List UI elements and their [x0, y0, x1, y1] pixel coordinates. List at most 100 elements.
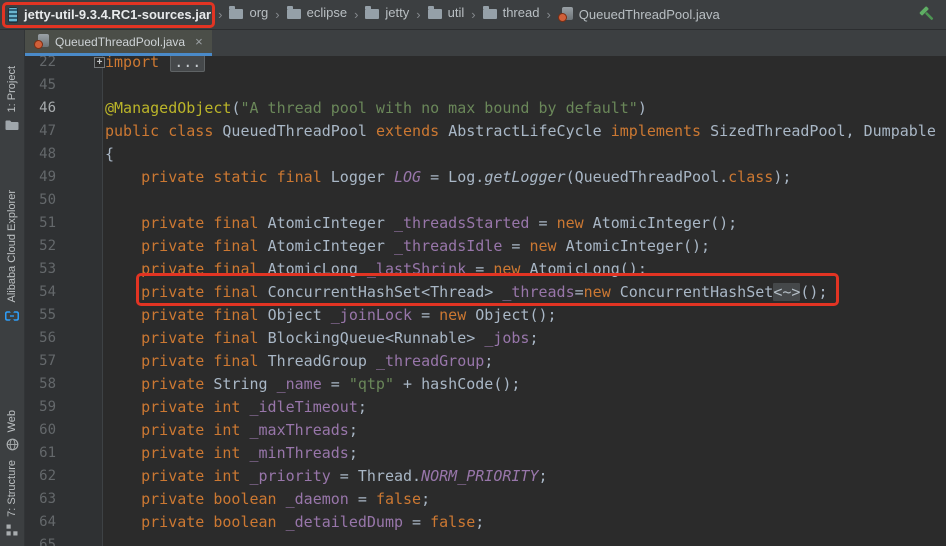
code-line[interactable]: 54 private final ConcurrentHashSet<Threa… — [25, 281, 946, 304]
line-number: 49 — [25, 166, 103, 189]
breadcrumb-folder[interactable]: jetty — [365, 5, 409, 20]
breadcrumb-jar[interactable]: jetty-util-9.3.4.RC1-sources.jar — [8, 6, 212, 23]
breadcrumb-file[interactable]: QueuedThreadPool.java — [557, 7, 720, 22]
code-editor[interactable]: 22 import ... 45 46 @ManagedObject("A thread… — [25, 56, 946, 546]
folder-icon — [427, 6, 442, 19]
structure-icon — [6, 523, 18, 541]
line-number: 60 — [25, 419, 103, 442]
breadcrumb-folder[interactable]: thread — [482, 5, 539, 20]
code-text: private static final Logger LOG = Log.ge… — [141, 168, 792, 186]
code-line[interactable]: 50 — [25, 189, 946, 212]
code-line[interactable]: 59 private int _idleTimeout; — [25, 396, 946, 419]
alibaba-cloud-icon — [4, 309, 20, 327]
code-text: private String _name = "qtp" + hashCode(… — [141, 375, 521, 393]
line-number: 51 — [25, 212, 103, 235]
line-number: 45 — [25, 74, 103, 97]
folder-icon — [286, 6, 301, 19]
code-line[interactable]: 47 public class QueuedThreadPool extends … — [25, 120, 946, 143]
line-number: 58 — [25, 373, 103, 396]
breadcrumb-separator: › — [416, 7, 421, 22]
code-text: import ... — [103, 56, 206, 74]
line-number: 57 — [25, 350, 103, 373]
code-text: private final AtomicInteger _threadsStar… — [141, 214, 738, 232]
line-number: 47 — [25, 120, 103, 143]
code-line[interactable]: 58 private String _name = "qtp" + hashCo… — [25, 373, 946, 396]
line-number: 53 — [25, 258, 103, 281]
code-line[interactable]: 45 — [25, 74, 946, 97]
breadcrumb-separator: › — [546, 7, 551, 22]
code-line[interactable]: 60 private int _maxThreads; — [25, 419, 946, 442]
folder-icon — [482, 6, 497, 19]
code-text: private final AtomicInteger _threadsIdle… — [141, 237, 711, 255]
stripe-button-globe[interactable]: Web — [0, 410, 24, 456]
line-number: 64 — [25, 511, 103, 534]
code-line[interactable]: 64 private boolean _detailedDump = false… — [25, 511, 946, 534]
jar-name-label: jetty-util-9.3.4.RC1-sources.jar — [24, 7, 212, 22]
code-text: private int _idleTimeout; — [141, 398, 367, 416]
code-line[interactable]: 65 — [25, 534, 946, 546]
stripe-button-project-folder[interactable]: 1: Project — [0, 66, 24, 136]
folder-icon — [229, 6, 244, 19]
code-line[interactable]: 49 private static final Logger LOG = Log… — [25, 166, 946, 189]
stripe-button-alibaba-cloud[interactable]: Alibaba Cloud Explorer — [0, 190, 24, 327]
code-text: private int _maxThreads; — [141, 421, 358, 439]
breadcrumb-separator: › — [471, 7, 476, 22]
tab-queuedthreadpool[interactable]: QueuedThreadPool.java × — [25, 30, 212, 56]
code-text: private final ThreadGroup _threadGroup; — [141, 352, 494, 370]
globe-icon — [6, 438, 19, 456]
breadcrumb-folder[interactable]: org — [229, 5, 268, 20]
code-line[interactable]: 56 private final BlockingQueue<Runnable>… — [25, 327, 946, 350]
code-text: private int _priority = Thread.NORM_PRIO… — [141, 467, 548, 485]
breadcrumb-folder[interactable]: util — [427, 5, 464, 20]
code-line[interactable]: 61 private int _minThreads; — [25, 442, 946, 465]
line-number: 56 — [25, 327, 103, 350]
code-line[interactable]: 22 import ... — [25, 56, 946, 74]
breadcrumb-separator: › — [218, 7, 223, 22]
code-line[interactable]: 55 private final Object _joinLock = new … — [25, 304, 946, 327]
breadcrumb-file-label: QueuedThreadPool.java — [578, 7, 720, 22]
line-number: 52 — [25, 235, 103, 258]
code-text: { — [105, 145, 115, 163]
line-number: 46 — [25, 97, 103, 120]
code-line[interactable]: 53 private final AtomicLong _lastShrink … — [25, 258, 946, 281]
code-line[interactable]: 52 private final AtomicInteger _threadsI… — [25, 235, 946, 258]
stripe-label: Alibaba Cloud Explorer — [6, 190, 18, 303]
breadcrumb-separator: › — [275, 7, 280, 22]
stripe-button-structure[interactable]: 7: Structure — [0, 460, 24, 541]
folder-icon — [365, 6, 380, 19]
java-class-icon — [557, 7, 573, 22]
build-hammer-icon[interactable] — [919, 6, 936, 23]
code-line[interactable]: 51 private final AtomicInteger _threadsS… — [25, 212, 946, 235]
code-line[interactable]: 62 private int _priority = Thread.NORM_P… — [25, 465, 946, 488]
java-class-icon — [34, 34, 49, 49]
code-text: private final AtomicLong _lastShrink = n… — [141, 260, 647, 278]
line-number: 61 — [25, 442, 103, 465]
breadcrumb-separator: › — [354, 7, 359, 22]
line-number: 62 — [25, 465, 103, 488]
code-text: private final ConcurrentHashSet<Thread> … — [141, 283, 828, 301]
stripe-label: 1: Project — [6, 66, 18, 113]
tool-window-stripe: 1: Project Alibaba Cloud Explorer Web 7: St… — [0, 30, 25, 546]
breadcrumb-bar: jetty-util-9.3.4.RC1-sources.jar › org › ec… — [0, 0, 946, 30]
code-text: private boolean _daemon = false; — [141, 490, 431, 508]
tab-label: QueuedThreadPool.java — [55, 34, 186, 49]
code-text: private final Object _joinLock = new Obj… — [141, 306, 557, 324]
code-line[interactable]: 46 @ManagedObject("A thread pool with no … — [25, 97, 946, 120]
line-number: 59 — [25, 396, 103, 419]
code-text: public class QueuedThreadPool extends Ab… — [105, 122, 936, 140]
code-line[interactable]: 48{ — [25, 143, 946, 166]
code-line[interactable]: 63 private boolean _daemon = false; — [25, 488, 946, 511]
code-text: private int _minThreads; — [141, 444, 358, 462]
close-icon[interactable]: × — [195, 34, 203, 49]
editor-tab-bar: QueuedThreadPool.java × — [25, 30, 946, 56]
project-folder-icon — [5, 118, 19, 136]
code-line[interactable]: 57 private final ThreadGroup _threadGrou… — [25, 350, 946, 373]
line-number: 54 — [25, 281, 103, 304]
code-text: private boolean _detailedDump = false; — [141, 513, 485, 531]
breadcrumb-folder[interactable]: eclipse — [286, 5, 347, 20]
line-number: 50 — [25, 189, 103, 212]
fold-expand-icon[interactable]: + — [94, 57, 105, 68]
